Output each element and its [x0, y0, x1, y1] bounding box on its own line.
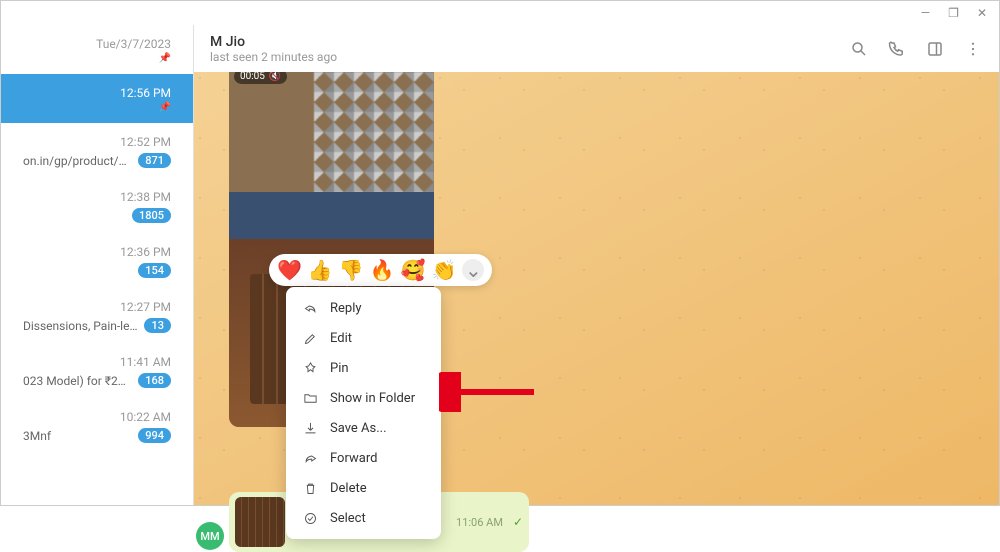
sidebar-preview: Dissensions, Pain-learn and U…: [23, 319, 138, 333]
sidebar-item[interactable]: 12:36 PM 154: [1, 233, 193, 288]
reaction-thumbsup[interactable]: 👍: [308, 258, 333, 282]
edit-icon: [302, 330, 318, 346]
sidebar-item[interactable]: 12:38 PM 1805: [1, 178, 193, 233]
sidebar-item[interactable]: Tue/3/7/2023 📌: [1, 25, 193, 74]
menu-label: Select: [330, 511, 366, 526]
video-blur-area: [314, 72, 434, 212]
menu-label: Delete: [330, 481, 367, 496]
menu-label: Forward: [330, 451, 377, 466]
pin-icon: 📌: [11, 53, 183, 70]
sidebar-item[interactable]: 12:27 PM Dissensions, Pain-learn and U… 1…: [1, 288, 193, 343]
chat-status: last seen 2 minutes ago: [210, 50, 831, 64]
search-icon[interactable]: [849, 39, 869, 59]
menu-label: Show in Folder: [330, 391, 415, 406]
sidebar-date: 12:27 PM: [11, 294, 183, 316]
annotation-arrow: [439, 372, 539, 416]
message-time: 11:06 AM: [456, 516, 503, 529]
menu-edit[interactable]: Edit: [286, 323, 441, 353]
reaction-heart[interactable]: ❤️: [277, 258, 302, 282]
save-icon: [302, 420, 318, 436]
sidebar-item[interactable]: 10:22 AM 3Mnf 994: [1, 398, 193, 453]
unread-badge: 168: [138, 373, 171, 388]
video-duration: 00:05 🔇: [234, 72, 287, 84]
delete-icon: [302, 480, 318, 496]
pin-icon: [302, 360, 318, 376]
chat-title: M Jio: [210, 34, 831, 50]
sidebar-date: 12:56 PM: [11, 80, 183, 102]
menu-save-as[interactable]: Save As...: [286, 413, 441, 443]
sidebar-toggle-icon[interactable]: [925, 39, 945, 59]
sidebar-item[interactable]: 11:41 AM 023 Model) for ₹29,999 (Effe… 16…: [1, 343, 193, 398]
unread-badge: 871: [138, 153, 171, 168]
sidebar-item[interactable]: 12:52 PM on.in/gp/product/B091HYH… 871: [1, 123, 193, 178]
menu-label: Pin: [330, 361, 349, 376]
chat-sidebar: Tue/3/7/2023 📌 12:56 PM 📌 12:52 PM on.in…: [1, 25, 194, 505]
reaction-clap[interactable]: 👏: [432, 258, 457, 282]
more-icon[interactable]: [963, 39, 983, 59]
reaction-love[interactable]: 🥰: [401, 258, 426, 282]
menu-label: Save As...: [330, 421, 387, 436]
pin-icon: 📌: [11, 102, 183, 119]
file-thumbnail: [235, 497, 285, 547]
unread-badge: 994: [138, 428, 171, 443]
sidebar-date: 11:41 AM: [11, 349, 183, 371]
phone-icon[interactable]: [887, 39, 907, 59]
sidebar-preview: 3Mnf: [23, 429, 132, 443]
menu-label: Reply: [330, 301, 362, 316]
folder-icon: [302, 390, 318, 406]
menu-forward[interactable]: Forward: [286, 443, 441, 473]
reaction-fire[interactable]: 🔥: [370, 258, 395, 282]
read-check-icon: ✓: [513, 515, 523, 529]
window-controls: — ❐ ✕: [1, 1, 999, 25]
context-menu: Reply Edit Pin Show in Folder Save As...…: [286, 287, 441, 539]
unread-badge: 13: [144, 318, 171, 333]
sidebar-date: Tue/3/7/2023: [11, 31, 183, 53]
sidebar-date: 12:36 PM: [11, 239, 183, 261]
chat-area: 00:05 🔇 ❤️ 👍 👎 🔥 🥰 👏 ⌄ Reply Edit Pin Sh…: [194, 72, 999, 505]
sidebar-date: 12:38 PM: [11, 184, 183, 206]
reply-icon: [302, 300, 318, 316]
sidebar-date: 10:22 AM: [11, 404, 183, 426]
maximize-button[interactable]: ❐: [948, 6, 959, 20]
unread-badge: 1805: [132, 208, 171, 223]
menu-pin[interactable]: Pin: [286, 353, 441, 383]
chat-header-info[interactable]: M Jio last seen 2 minutes ago: [210, 34, 831, 64]
forward-icon: [302, 450, 318, 466]
reaction-more-icon[interactable]: ⌄: [462, 259, 484, 281]
close-button[interactable]: ✕: [977, 6, 987, 20]
menu-label: Edit: [330, 331, 352, 346]
unread-badge: 154: [138, 263, 171, 278]
select-icon: [302, 510, 318, 526]
sidebar-date: 12:52 PM: [11, 129, 183, 151]
reaction-thumbsdown[interactable]: 👎: [339, 258, 364, 282]
chat-header: M Jio last seen 2 minutes ago: [194, 25, 999, 72]
sender-avatar[interactable]: MM: [196, 522, 224, 550]
menu-select[interactable]: Select: [286, 503, 441, 533]
menu-delete[interactable]: Delete: [286, 473, 441, 503]
sidebar-item-active[interactable]: 12:56 PM 📌: [1, 74, 193, 123]
reaction-bar: ❤️ 👍 👎 🔥 🥰 👏 ⌄: [269, 254, 492, 286]
minimize-button[interactable]: —: [921, 6, 930, 20]
sidebar-preview: on.in/gp/product/B091HYH…: [23, 154, 132, 168]
sidebar-preview: 023 Model) for ₹29,999 (Effe…: [23, 374, 132, 388]
menu-show-in-folder[interactable]: Show in Folder: [286, 383, 441, 413]
menu-reply[interactable]: Reply: [286, 293, 441, 323]
